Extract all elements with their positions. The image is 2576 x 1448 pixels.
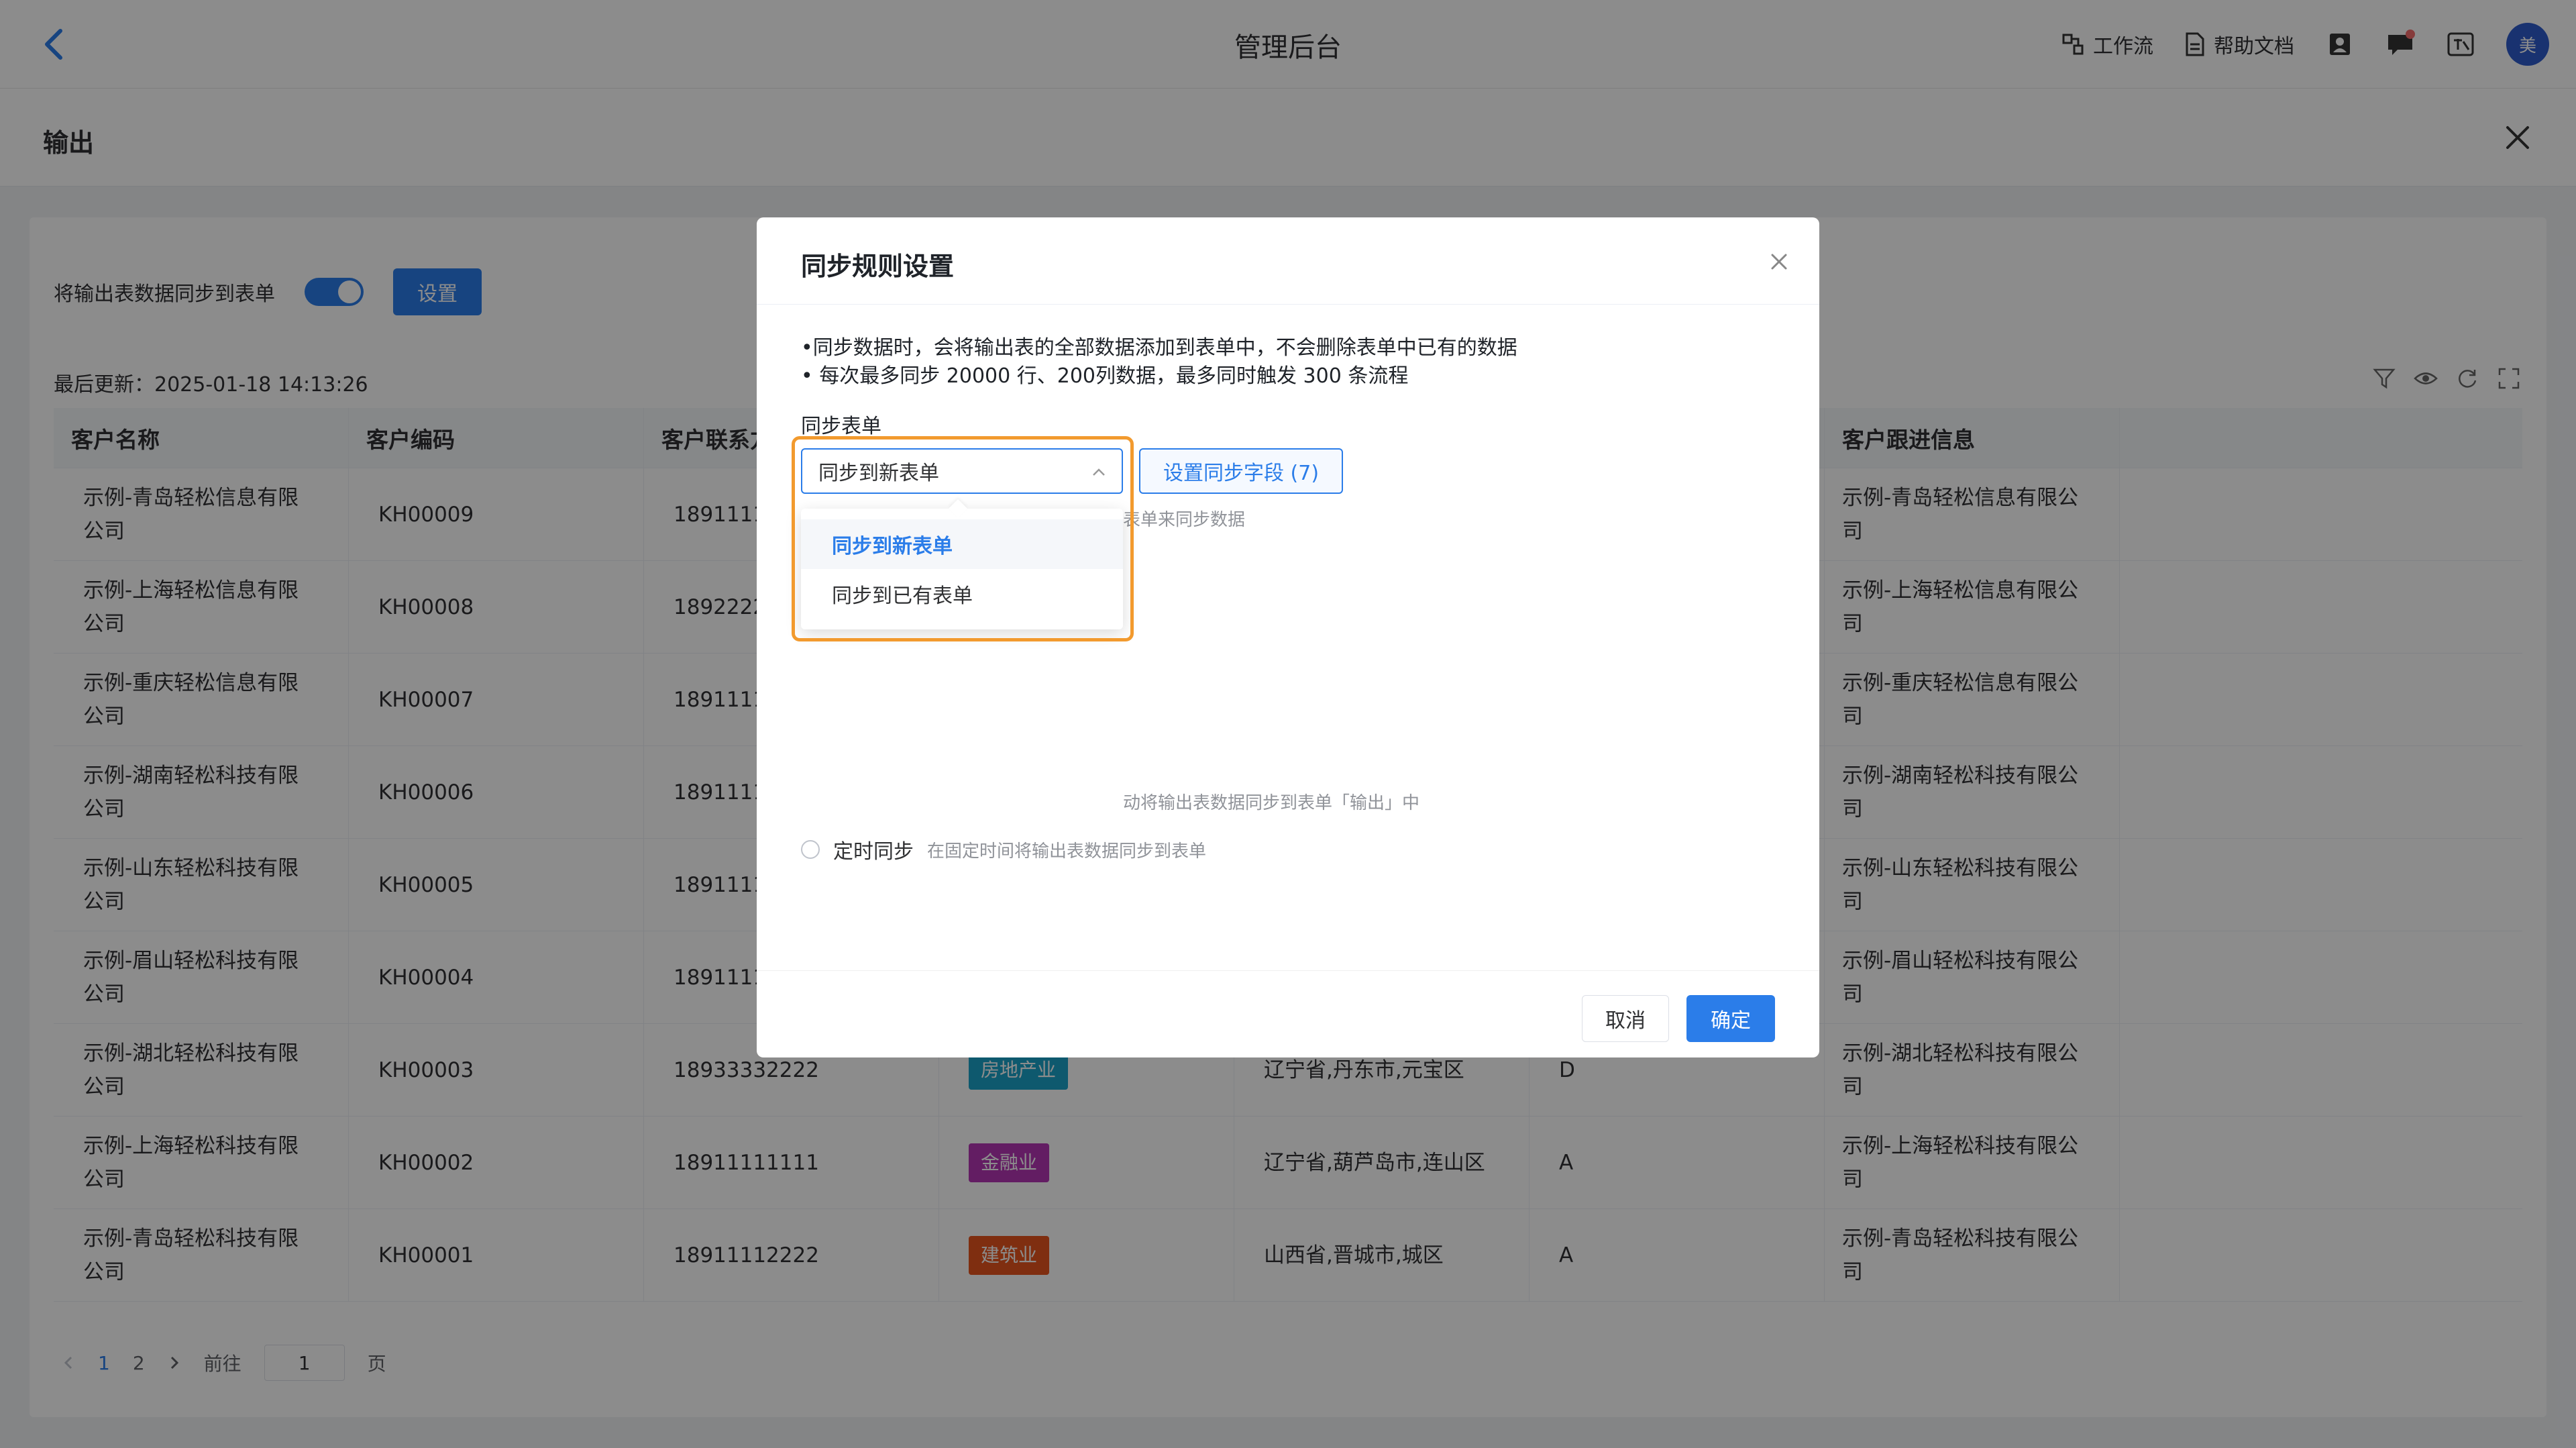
auto-sync-option: 动将输出表数据同步到表单「输出」中 — [1123, 789, 1419, 814]
option-new-form[interactable]: 同步到新表单 — [801, 519, 1123, 569]
scheduled-sync-desc: 在固定时间将输出表数据同步到表单 — [927, 841, 1207, 862]
scheduled-sync-radio[interactable] — [801, 840, 820, 859]
scheduled-sync-option[interactable]: 定时同步 在固定时间将输出表数据同步到表单 — [801, 835, 1206, 864]
modal-footer: 取消 确定 — [757, 970, 1819, 1057]
sync-form-dropdown: 同步到新表单 同步到已有表单 — [801, 499, 1123, 629]
modal-title: 同步规则设置 — [801, 252, 955, 281]
sync-notice-2: • 每次最多同步 20000 行、200列数据，最多同时触发 300 条流程 — [801, 364, 1409, 388]
chevron-up-icon — [1093, 468, 1105, 476]
modal-body: •同步数据时，会将输出表的全部数据添加到表单中，不会删除表单中已有的数据 • 每… — [801, 334, 1780, 938]
confirm-button[interactable]: 确定 — [1686, 995, 1775, 1042]
option-existing-form[interactable]: 同步到已有表单 — [801, 569, 1123, 619]
sync-rule-modal: 同步规则设置 •同步数据时，会将输出表的全部数据添加到表单中，不会删除表单中已有… — [757, 217, 1819, 1057]
sync-form-label: 同步表单 — [801, 415, 881, 438]
sync-form-hint: 表单来同步数据 — [1123, 510, 1246, 530]
select-value: 同步到新表单 — [818, 462, 939, 485]
auto-sync-desc: 动将输出表数据同步到表单「输出」中 — [1123, 793, 1420, 813]
set-sync-fields-button[interactable]: 设置同步字段 (7) — [1139, 448, 1344, 494]
sync-notice-1: •同步数据时，会将输出表的全部数据添加到表单中，不会删除表单中已有的数据 — [801, 336, 1517, 360]
sync-form-select[interactable]: 同步到新表单 — [801, 448, 1123, 494]
modal-close-icon[interactable] — [1767, 250, 1791, 274]
scheduled-sync-label: 定时同步 — [833, 840, 914, 864]
modal-header: 同步规则设置 — [757, 217, 1819, 305]
cancel-button[interactable]: 取消 — [1582, 995, 1669, 1042]
